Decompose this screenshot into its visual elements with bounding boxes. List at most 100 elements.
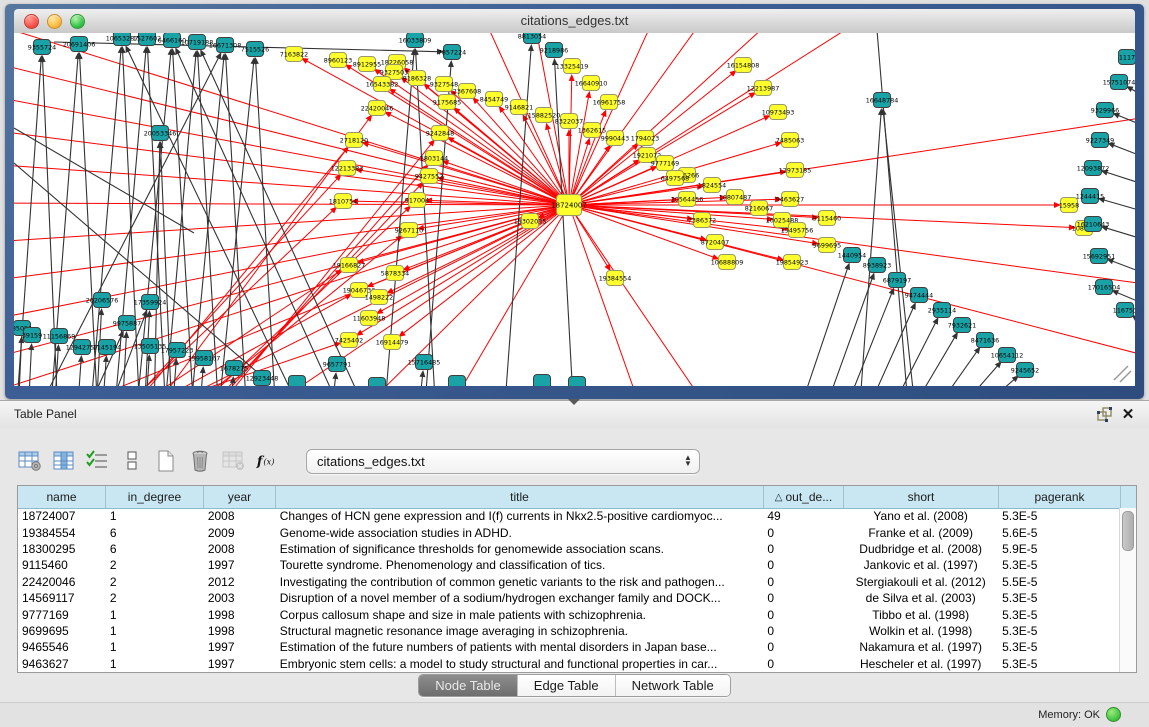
cell-title[interactable]: Estimation of the future numbers of pati… bbox=[276, 640, 764, 654]
black-edge[interactable] bbox=[173, 54, 194, 386]
cell-year[interactable]: 2012 bbox=[204, 575, 276, 589]
resize-grip-icon[interactable] bbox=[1114, 366, 1131, 382]
red-edge[interactable] bbox=[444, 205, 569, 386]
cell-year[interactable]: 1997 bbox=[204, 640, 276, 654]
row-height-icon[interactable] bbox=[120, 449, 144, 473]
cell-name[interactable]: 9463627 bbox=[18, 657, 106, 671]
cell-name[interactable]: 9115460 bbox=[18, 558, 106, 572]
cell-out_de[interactable]: 0 bbox=[763, 526, 843, 540]
show-columns-icon[interactable] bbox=[52, 449, 76, 473]
black-edge[interactable] bbox=[859, 114, 881, 386]
cell-short[interactable]: Tibbo et al. (1998) bbox=[843, 608, 998, 622]
cell-short[interactable]: Dudbridge et al. (2008) bbox=[843, 542, 998, 556]
new-table-icon[interactable] bbox=[154, 449, 178, 473]
cell-short[interactable]: Jankovic et al. (1997) bbox=[843, 558, 998, 572]
table-row[interactable]: 1938455462009Genome-wide association stu… bbox=[18, 524, 1120, 540]
black-edge[interactable] bbox=[178, 53, 344, 386]
black-edge[interactable] bbox=[907, 337, 955, 386]
column-header-pagerank[interactable]: pagerank bbox=[999, 486, 1121, 508]
cell-year[interactable]: 1997 bbox=[204, 657, 276, 671]
memory-ok-icon[interactable] bbox=[1106, 707, 1121, 722]
select-rows-icon[interactable] bbox=[86, 449, 110, 473]
table-row[interactable]: 969969511998Structural magnetic resonanc… bbox=[18, 623, 1120, 639]
column-header-short[interactable]: short bbox=[844, 486, 999, 508]
cell-year[interactable]: 1998 bbox=[204, 624, 276, 638]
cell-pagerank[interactable]: 5.6E-5 bbox=[998, 526, 1120, 540]
table-row[interactable]: 911546021997Tourette syndrome. Phenomeno… bbox=[18, 557, 1120, 573]
cell-title[interactable]: Changes of HCN gene expression and I(f) … bbox=[276, 509, 764, 523]
cell-out_de[interactable]: 0 bbox=[763, 542, 843, 556]
cell-title[interactable]: Genome-wide association studies in ADHD. bbox=[276, 526, 764, 540]
black-edge[interactable] bbox=[876, 33, 909, 386]
black-edge[interactable] bbox=[331, 378, 335, 386]
black-edge[interactable] bbox=[14, 128, 194, 233]
cell-out_de[interactable]: 49 bbox=[763, 509, 843, 523]
black-edge[interactable] bbox=[930, 351, 977, 386]
black-edge[interactable] bbox=[970, 379, 1014, 386]
black-edge[interactable] bbox=[1112, 261, 1135, 275]
teal-node[interactable] bbox=[449, 376, 466, 387]
table-row[interactable]: 2242004622012Investigating the contribut… bbox=[18, 574, 1120, 590]
table-row[interactable]: 977716911998Corpus callosum shape and si… bbox=[18, 606, 1120, 622]
column-header-name[interactable]: name bbox=[18, 486, 106, 508]
cell-name[interactable]: 9699695 bbox=[18, 624, 106, 638]
black-edge[interactable] bbox=[418, 376, 423, 386]
cell-title[interactable]: Embryonic stem cells: a model to study s… bbox=[276, 657, 764, 671]
black-edge[interactable] bbox=[1113, 145, 1135, 159]
cell-name[interactable]: 18300295 bbox=[18, 542, 106, 556]
black-edge[interactable] bbox=[114, 52, 146, 386]
red-edge[interactable] bbox=[14, 58, 569, 205]
teal-node[interactable] bbox=[534, 375, 551, 387]
cell-in_degree[interactable]: 6 bbox=[106, 526, 204, 540]
cell-pagerank[interactable]: 5.3E-5 bbox=[998, 591, 1120, 605]
black-edge[interactable] bbox=[1106, 172, 1135, 186]
cell-name[interactable]: 18724007 bbox=[18, 509, 106, 523]
splitter-grip-icon[interactable] bbox=[568, 399, 580, 405]
cell-out_de[interactable]: 0 bbox=[763, 591, 843, 605]
cell-year[interactable]: 2009 bbox=[204, 526, 276, 540]
cell-year[interactable]: 2008 bbox=[204, 509, 276, 523]
cell-in_degree[interactable]: 2 bbox=[106, 575, 204, 589]
red-edge[interactable] bbox=[569, 205, 768, 219]
cell-short[interactable]: Yano et al. (2008) bbox=[843, 509, 998, 523]
table-row[interactable]: 1830029562008Estimation of significance … bbox=[18, 541, 1120, 557]
cell-title[interactable]: Estimation of significance thresholds fo… bbox=[276, 542, 764, 556]
delete-table-icon[interactable] bbox=[188, 449, 212, 473]
table-settings-icon[interactable] bbox=[18, 449, 42, 473]
cell-pagerank[interactable]: 5.3E-5 bbox=[998, 640, 1120, 654]
column-header-title[interactable]: title bbox=[276, 486, 764, 508]
black-edge[interactable] bbox=[122, 337, 126, 386]
cell-title[interactable]: Investigating the contribution of common… bbox=[276, 575, 764, 589]
teal-node[interactable] bbox=[369, 378, 386, 387]
network-canvas[interactable]: 9355724206914061065328715276026466160107… bbox=[14, 33, 1135, 386]
cell-out_de[interactable]: 0 bbox=[763, 608, 843, 622]
cell-name[interactable]: 22420046 bbox=[18, 575, 106, 589]
table-row[interactable]: 1456911722003Disruption of a novel membe… bbox=[18, 590, 1120, 606]
cell-out_de[interactable]: 0 bbox=[763, 575, 843, 589]
cell-out_de[interactable]: 0 bbox=[763, 657, 843, 671]
black-edge[interactable] bbox=[1118, 115, 1135, 128]
vertical-scrollbar[interactable] bbox=[1119, 508, 1136, 672]
column-header-out_de[interactable]: △out_de... bbox=[764, 486, 844, 508]
table-row[interactable]: 1872400712008Changes of HCN gene express… bbox=[18, 508, 1120, 524]
red-edge[interactable] bbox=[569, 205, 714, 386]
cell-pagerank[interactable]: 5.3E-5 bbox=[998, 624, 1120, 638]
red-edge[interactable] bbox=[14, 128, 569, 205]
table-select-dropdown[interactable]: citations_edges.txt ▲▼ bbox=[306, 449, 700, 474]
float-window-icon[interactable] bbox=[1095, 406, 1113, 424]
table-row[interactable]: 946554611997Estimation of the future num… bbox=[18, 639, 1120, 655]
cell-out_de[interactable]: 0 bbox=[763, 624, 843, 638]
cell-year[interactable]: 2003 bbox=[204, 591, 276, 605]
cell-in_degree[interactable]: 2 bbox=[106, 558, 204, 572]
cell-in_degree[interactable]: 1 bbox=[106, 624, 204, 638]
cell-pagerank[interactable]: 5.3E-5 bbox=[998, 558, 1120, 572]
cell-short[interactable]: de Silva et al. (2003) bbox=[843, 591, 998, 605]
cell-pagerank[interactable]: 5.3E-5 bbox=[998, 608, 1120, 622]
close-panel-icon[interactable]: ✕ bbox=[1119, 406, 1137, 424]
black-edge[interactable] bbox=[1103, 200, 1135, 213]
cell-short[interactable]: Stergiakouli et al. (2012) bbox=[843, 575, 998, 589]
red-edge[interactable] bbox=[569, 205, 1135, 363]
black-edge[interactable] bbox=[1131, 89, 1135, 99]
teal-node[interactable] bbox=[569, 377, 586, 387]
cell-year[interactable]: 1998 bbox=[204, 608, 276, 622]
